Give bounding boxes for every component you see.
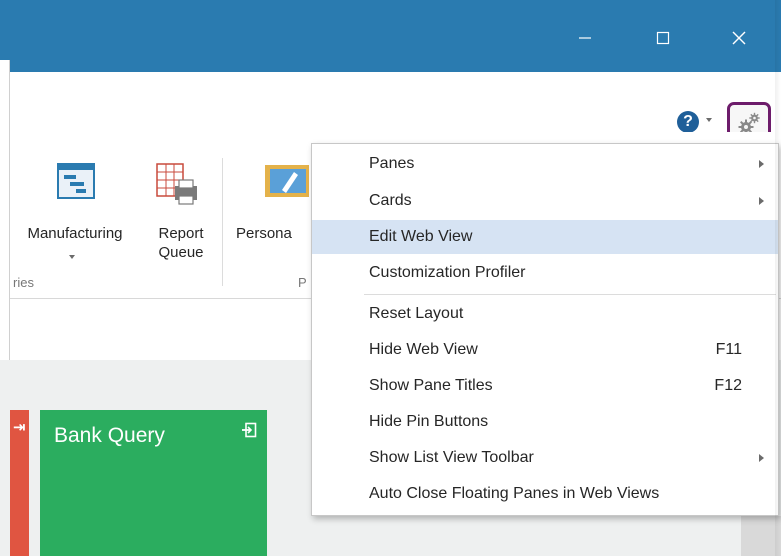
menu-item-reset-layout[interactable]: Reset Layout	[312, 297, 778, 331]
submenu-arrow-icon	[759, 160, 764, 168]
minimize-icon	[579, 37, 591, 39]
menu-item-shortcut: F12	[714, 377, 742, 394]
submenu-arrow-icon	[759, 454, 764, 462]
maximize-icon	[656, 31, 670, 45]
maximize-button[interactable]	[640, 20, 686, 56]
personalize-icon	[265, 165, 309, 197]
menu-item-shortcut: F11	[715, 341, 742, 358]
manufacturing-icon	[57, 163, 95, 199]
manufacturing-dropdown-arrow[interactable]	[69, 255, 75, 259]
settings-menu: Panes Cards Edit Web View Customization …	[311, 143, 779, 516]
menu-item-edit-web-view[interactable]: Edit Web View	[312, 220, 778, 254]
ribbon-group-label: ries	[13, 275, 34, 290]
menu-item-label: Show List View Toolbar	[369, 449, 534, 466]
menu-item-label: Customization Profiler	[369, 264, 526, 281]
ribbon-item-manufacturing[interactable]: Manufacturing	[10, 162, 140, 272]
help-icon[interactable]: ?	[677, 111, 699, 133]
tile-bank-query[interactable]: Bank Query	[40, 410, 267, 556]
title-bar	[0, 0, 781, 72]
pin-icon[interactable]	[241, 422, 257, 438]
ribbon-item-report-queue[interactable]: Report Queue	[147, 162, 215, 272]
submenu-arrow-icon	[759, 197, 764, 205]
menu-item-label: Hide Pin Buttons	[369, 413, 489, 430]
menu-item-label: Reset Layout	[369, 305, 464, 322]
menu-item-hide-pin-buttons[interactable]: Hide Pin Buttons	[312, 405, 778, 439]
menu-item-show-list-view-toolbar[interactable]: Show List View Toolbar	[312, 441, 778, 475]
menu-item-label: Auto Close Floating Panes in Web Views	[369, 485, 660, 502]
menu-item-label: Cards	[369, 192, 412, 209]
menu-item-show-pane-titles[interactable]: Show Pane Titles F12	[312, 369, 778, 403]
window-shadow	[775, 0, 781, 556]
minimize-button[interactable]	[562, 20, 608, 56]
ribbon-label-manufacturing: Manufacturing	[27, 225, 123, 242]
pin-icon[interactable]: ⇥	[13, 418, 26, 436]
menu-item-auto-close-floating-panes[interactable]: Auto Close Floating Panes in Web Views	[312, 477, 778, 511]
tile-title: Bank Query	[54, 424, 165, 447]
menu-separator	[364, 294, 776, 295]
menu-item-label: Panes	[369, 155, 415, 172]
ribbon-item-personalize[interactable]: Persona	[232, 162, 312, 272]
menu-item-label: Show Pane Titles	[369, 377, 493, 394]
menu-item-label: Edit Web View	[369, 228, 473, 245]
menu-item-customization-profiler[interactable]: Customization Profiler	[312, 256, 778, 290]
close-button[interactable]	[716, 20, 762, 56]
menu-item-label: Hide Web View	[369, 341, 478, 358]
ribbon-label-personalize: Persona	[236, 225, 292, 242]
help-dropdown-arrow[interactable]	[706, 118, 712, 122]
ribbon-label-report-queue: Report Queue	[158, 225, 204, 261]
menu-item-hide-web-view[interactable]: Hide Web View F11	[312, 333, 778, 367]
tile-partial[interactable]: ⇥	[10, 410, 29, 556]
menu-item-cards[interactable]: Cards	[312, 184, 778, 218]
menu-item-panes[interactable]: Panes	[312, 147, 778, 181]
report-queue-icon	[156, 163, 197, 205]
ribbon-separator	[222, 158, 223, 286]
close-icon	[732, 31, 746, 45]
top-bar	[0, 72, 781, 132]
ribbon-group-label: P	[298, 275, 307, 290]
